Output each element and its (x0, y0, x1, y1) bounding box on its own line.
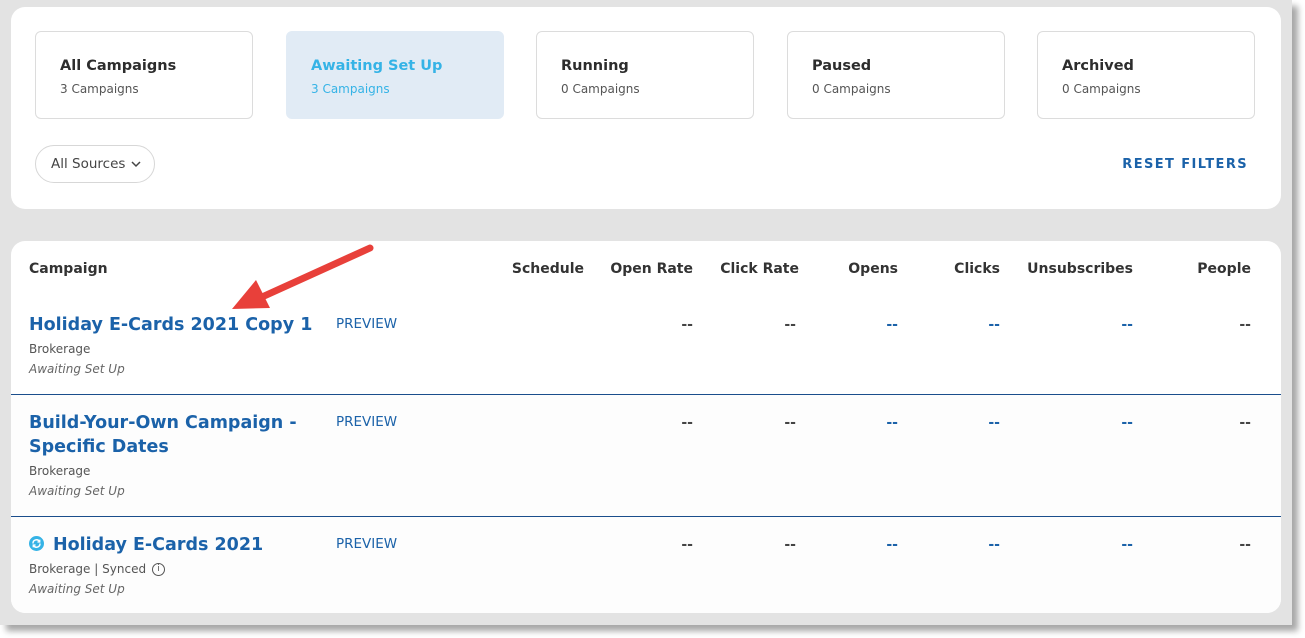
campaign-source: Brokerage (29, 342, 91, 356)
campaign-status: Awaiting Set Up (29, 582, 125, 596)
open-rate-value: -- (681, 537, 693, 553)
preview-link[interactable]: PREVIEW (336, 414, 397, 430)
column-header-open-rate[interactable]: Open Rate (610, 261, 693, 277)
source-separator: | (94, 562, 99, 576)
clicks-value[interactable]: -- (988, 317, 1000, 333)
app-frame: All Campaigns 3 Campaigns Awaiting Set U… (0, 0, 1292, 625)
table-row: Holiday E-Cards 2021 Brokerage | Synced i… (11, 517, 1281, 613)
column-header-opens[interactable]: Opens (848, 261, 898, 277)
click-rate-value: -- (784, 317, 796, 333)
unsubscribes-value[interactable]: -- (1121, 317, 1133, 333)
campaign-table: Campaign Schedule Open Rate Click Rate O… (11, 241, 1281, 613)
clicks-value[interactable]: -- (988, 537, 1000, 553)
card-title: Awaiting Set Up (311, 58, 443, 74)
sources-dropdown[interactable]: All Sources (35, 145, 155, 183)
card-title: All Campaigns (60, 58, 177, 74)
unsubscribes-value[interactable]: -- (1121, 415, 1133, 431)
campaign-name-link[interactable]: Holiday E-Cards 2021 Copy 1 (29, 313, 312, 337)
card-title: Paused (812, 58, 872, 74)
card-count: 3 Campaigns (311, 82, 390, 96)
card-count: 0 Campaigns (1062, 82, 1141, 96)
opens-value[interactable]: -- (886, 317, 898, 333)
column-header-click-rate[interactable]: Click Rate (720, 261, 799, 277)
campaign-source: Brokerage (29, 464, 91, 478)
card-title: Archived (1062, 58, 1134, 74)
card-count: 0 Campaigns (561, 82, 640, 96)
synced-label: Synced (102, 562, 147, 576)
column-header-clicks[interactable]: Clicks (954, 261, 1000, 277)
campaign-name-link[interactable]: Build-Your-Own Campaign - Specific Dates (29, 411, 297, 459)
status-card-archived[interactable]: Archived 0 Campaigns (1037, 31, 1255, 119)
status-card-paused[interactable]: Paused 0 Campaigns (787, 31, 1005, 119)
campaign-name-line1: Build-Your-Own Campaign - (29, 413, 297, 433)
sources-dropdown-label: All Sources (51, 156, 126, 172)
campaign-status: Awaiting Set Up (29, 362, 125, 376)
card-count: 0 Campaigns (812, 82, 891, 96)
status-card-running[interactable]: Running 0 Campaigns (536, 31, 754, 119)
sync-icon (29, 535, 44, 551)
column-header-unsubscribes[interactable]: Unsubscribes (1027, 261, 1133, 277)
campaign-source-text: Brokerage (29, 562, 91, 576)
unsubscribes-value[interactable]: -- (1121, 537, 1133, 553)
table-row: Build-Your-Own Campaign - Specific Dates… (11, 395, 1281, 516)
reset-filters-button[interactable]: RESET FILTERS (1122, 157, 1248, 172)
campaign-name-line2: Specific Dates (29, 437, 169, 457)
open-rate-value: -- (681, 415, 693, 431)
people-value: -- (1239, 537, 1251, 553)
status-card-awaiting-setup[interactable]: Awaiting Set Up 3 Campaigns (286, 31, 504, 119)
card-title: Running (561, 58, 629, 74)
preview-link[interactable]: PREVIEW (336, 316, 397, 332)
filter-panel: All Campaigns 3 Campaigns Awaiting Set U… (11, 7, 1281, 209)
campaign-source: Brokerage | Synced i (29, 562, 166, 576)
campaign-status: Awaiting Set Up (29, 484, 125, 498)
clicks-value[interactable]: -- (988, 415, 1000, 431)
info-icon[interactable]: i (152, 563, 166, 576)
open-rate-value: -- (681, 317, 693, 333)
opens-value[interactable]: -- (886, 537, 898, 553)
card-count: 3 Campaigns (60, 82, 139, 96)
opens-value[interactable]: -- (886, 415, 898, 431)
campaign-name-text: Holiday E-Cards 2021 (53, 535, 264, 555)
click-rate-value: -- (784, 537, 796, 553)
column-header-campaign[interactable]: Campaign (29, 261, 108, 277)
column-header-people[interactable]: People (1197, 261, 1251, 277)
people-value: -- (1239, 415, 1251, 431)
campaign-name-link[interactable]: Holiday E-Cards 2021 (29, 533, 263, 557)
chevron-down-icon (131, 160, 141, 168)
status-card-all[interactable]: All Campaigns 3 Campaigns (35, 31, 253, 119)
table-row: Holiday E-Cards 2021 Copy 1 Brokerage Aw… (11, 311, 1281, 394)
click-rate-value: -- (784, 415, 796, 431)
column-header-schedule[interactable]: Schedule (512, 261, 584, 277)
preview-link[interactable]: PREVIEW (336, 536, 397, 552)
people-value: -- (1239, 317, 1251, 333)
